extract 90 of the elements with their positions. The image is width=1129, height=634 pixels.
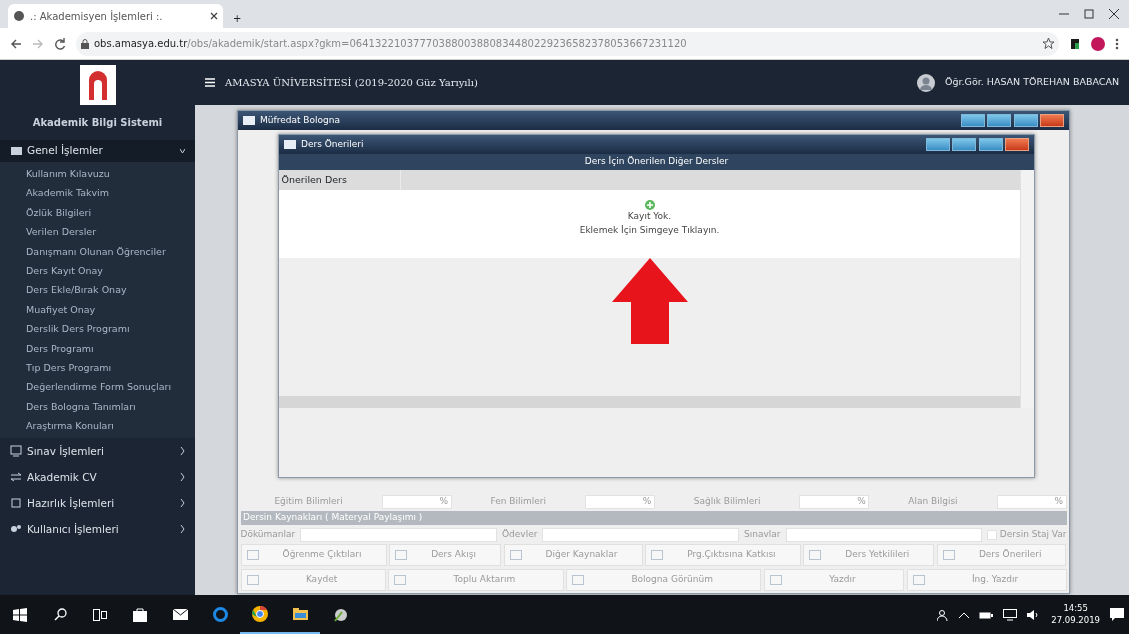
field-label: Sağlık Bilimleri bbox=[692, 494, 762, 508]
checkbox-label: Dersin Staj Var bbox=[999, 527, 1067, 541]
menu-group[interactable]: Genel İşlemler bbox=[0, 140, 195, 162]
scrollbar[interactable] bbox=[1020, 170, 1034, 408]
user-name[interactable]: Öğr.Gör. HASAN TÖREHAN BABACAN bbox=[944, 75, 1119, 90]
url-text: obs.amasya.edu.tr/obs/akademik/start.aspx?gkm=06413221037770388003880834480229236582378053667231120 bbox=[94, 37, 687, 51]
document-icon bbox=[394, 574, 407, 585]
menu-item[interactable]: Özlük Bilgileri bbox=[0, 203, 195, 223]
close-icon[interactable] bbox=[1109, 9, 1119, 19]
chevron-icon[interactable] bbox=[959, 611, 970, 618]
window-control-button[interactable] bbox=[960, 114, 985, 127]
document-icon bbox=[246, 550, 259, 560]
menu-item[interactable]: Danışmanı Olunan Öğrenciler bbox=[0, 242, 195, 262]
browser-tab[interactable]: .: Akademisyen İşlemleri :. bbox=[8, 4, 223, 28]
page-title: AMASYA ÜNİVERSİTESİ (2019-2020 Güz Yarıyılı) bbox=[225, 76, 478, 90]
maximize-icon[interactable] bbox=[1084, 9, 1094, 19]
window-control-button[interactable] bbox=[1013, 114, 1038, 127]
document-icon bbox=[942, 550, 955, 560]
new-tab-button[interactable]: + bbox=[233, 10, 242, 26]
menu-item[interactable]: Muafiyet Onay bbox=[0, 300, 195, 320]
star-icon[interactable] bbox=[1043, 38, 1054, 49]
menu-item[interactable]: Kullanım Kılavuzu bbox=[0, 164, 195, 184]
menu-item[interactable]: Ders Ekle/Bırak Onay bbox=[0, 280, 195, 301]
dialog-title: Ders Önerileri bbox=[301, 137, 364, 151]
people-icon[interactable] bbox=[937, 608, 950, 621]
window-title: Müfredat Bologna bbox=[260, 113, 340, 127]
square-icon bbox=[10, 497, 22, 510]
menu-item[interactable]: Tıp Ders Programı bbox=[0, 358, 195, 378]
document-icon bbox=[246, 574, 259, 585]
menu-icon[interactable] bbox=[205, 78, 215, 87]
menu-item[interactable]: Araştırma Konuları bbox=[0, 416, 195, 436]
window-icon bbox=[284, 140, 296, 149]
empty-message: Kayıt Yok. bbox=[627, 210, 672, 223]
menu-item[interactable]: Ders Programı bbox=[0, 339, 195, 359]
field-label: Sınavlar bbox=[744, 527, 781, 541]
address-bar[interactable]: obs.amasya.edu.tr/obs/akademik/start.aspx?gkm=06413221037770388003880834480229236582378053667231120 bbox=[76, 31, 1059, 56]
exchange-icon bbox=[10, 471, 22, 484]
more-icon[interactable] bbox=[1115, 37, 1119, 50]
empty-message: Eklemek İçin Simgeye Tıklayın. bbox=[579, 223, 720, 237]
menu-item[interactable]: Verilen Dersler bbox=[0, 222, 195, 243]
menu-item[interactable]: Değerlendirme Form Sonuçları bbox=[0, 377, 195, 398]
document-icon bbox=[769, 574, 782, 585]
document-icon bbox=[651, 550, 664, 560]
menu-item[interactable]: Akademik Takvim bbox=[0, 183, 195, 204]
university-logo bbox=[79, 65, 116, 105]
input-field[interactable] bbox=[300, 527, 497, 542]
document-icon bbox=[572, 574, 585, 585]
menu-item[interactable]: Derslik Ders Programı bbox=[0, 319, 195, 339]
window-control-button[interactable] bbox=[925, 138, 950, 151]
reload-icon[interactable] bbox=[54, 37, 66, 50]
profile-avatar[interactable] bbox=[1091, 36, 1105, 51]
card-icon bbox=[10, 145, 22, 157]
menu-item[interactable]: Ders Bologna Tanımları bbox=[0, 397, 195, 417]
back-icon[interactable] bbox=[10, 38, 22, 49]
window-icon bbox=[243, 116, 255, 125]
user-avatar bbox=[916, 73, 935, 92]
clock[interactable]: 14:55 27.09.2019 bbox=[1051, 603, 1100, 626]
chevron-icon bbox=[180, 147, 185, 155]
document-icon bbox=[809, 550, 822, 560]
menu-group[interactable]: Hazırlık İşlemleri bbox=[0, 490, 195, 517]
notification-icon[interactable] bbox=[1110, 607, 1124, 622]
menu-group[interactable]: Akademik CV bbox=[0, 464, 195, 491]
document-icon bbox=[509, 550, 522, 560]
menu-group[interactable]: Kullanıcı İşlemleri bbox=[0, 516, 195, 543]
horizontal-scrollbar[interactable] bbox=[279, 396, 1020, 408]
chevron-icon bbox=[180, 473, 185, 482]
field-label: Fen Bilimleri bbox=[489, 494, 547, 508]
checkbox[interactable] bbox=[987, 529, 998, 540]
grid-title: Ders İçin Önerilen Diğer Dersler bbox=[584, 155, 729, 169]
document-icon bbox=[912, 574, 925, 585]
chevron-icon bbox=[180, 525, 185, 534]
extension-icon[interactable] bbox=[1069, 37, 1081, 50]
section-title: Dersin Kaynakları ( Materyal Paylaşımı ) bbox=[243, 511, 423, 525]
document-icon bbox=[395, 550, 408, 560]
field-label: Alan Bilgisi bbox=[907, 494, 959, 508]
menu-group[interactable]: Sınav İşlemleri bbox=[0, 438, 195, 465]
input-field[interactable] bbox=[542, 527, 740, 542]
window-control-button[interactable] bbox=[978, 138, 1003, 151]
chevron-icon bbox=[180, 499, 185, 508]
lock-icon bbox=[81, 38, 89, 49]
field-label: Ödevler bbox=[502, 527, 538, 541]
system-title: Akademik Bilgi Sistemi bbox=[32, 117, 163, 128]
field-label: Dökümanlar bbox=[240, 527, 296, 541]
field-label: Eğitim Bilimleri bbox=[273, 494, 344, 508]
chevron-icon bbox=[180, 447, 185, 456]
close-icon[interactable] bbox=[210, 12, 218, 20]
monitor-icon bbox=[10, 445, 22, 458]
menu-item[interactable]: Ders Kayıt Onay bbox=[0, 261, 195, 281]
column-header: Önerilen Ders bbox=[281, 172, 347, 187]
input-field[interactable] bbox=[785, 527, 983, 542]
